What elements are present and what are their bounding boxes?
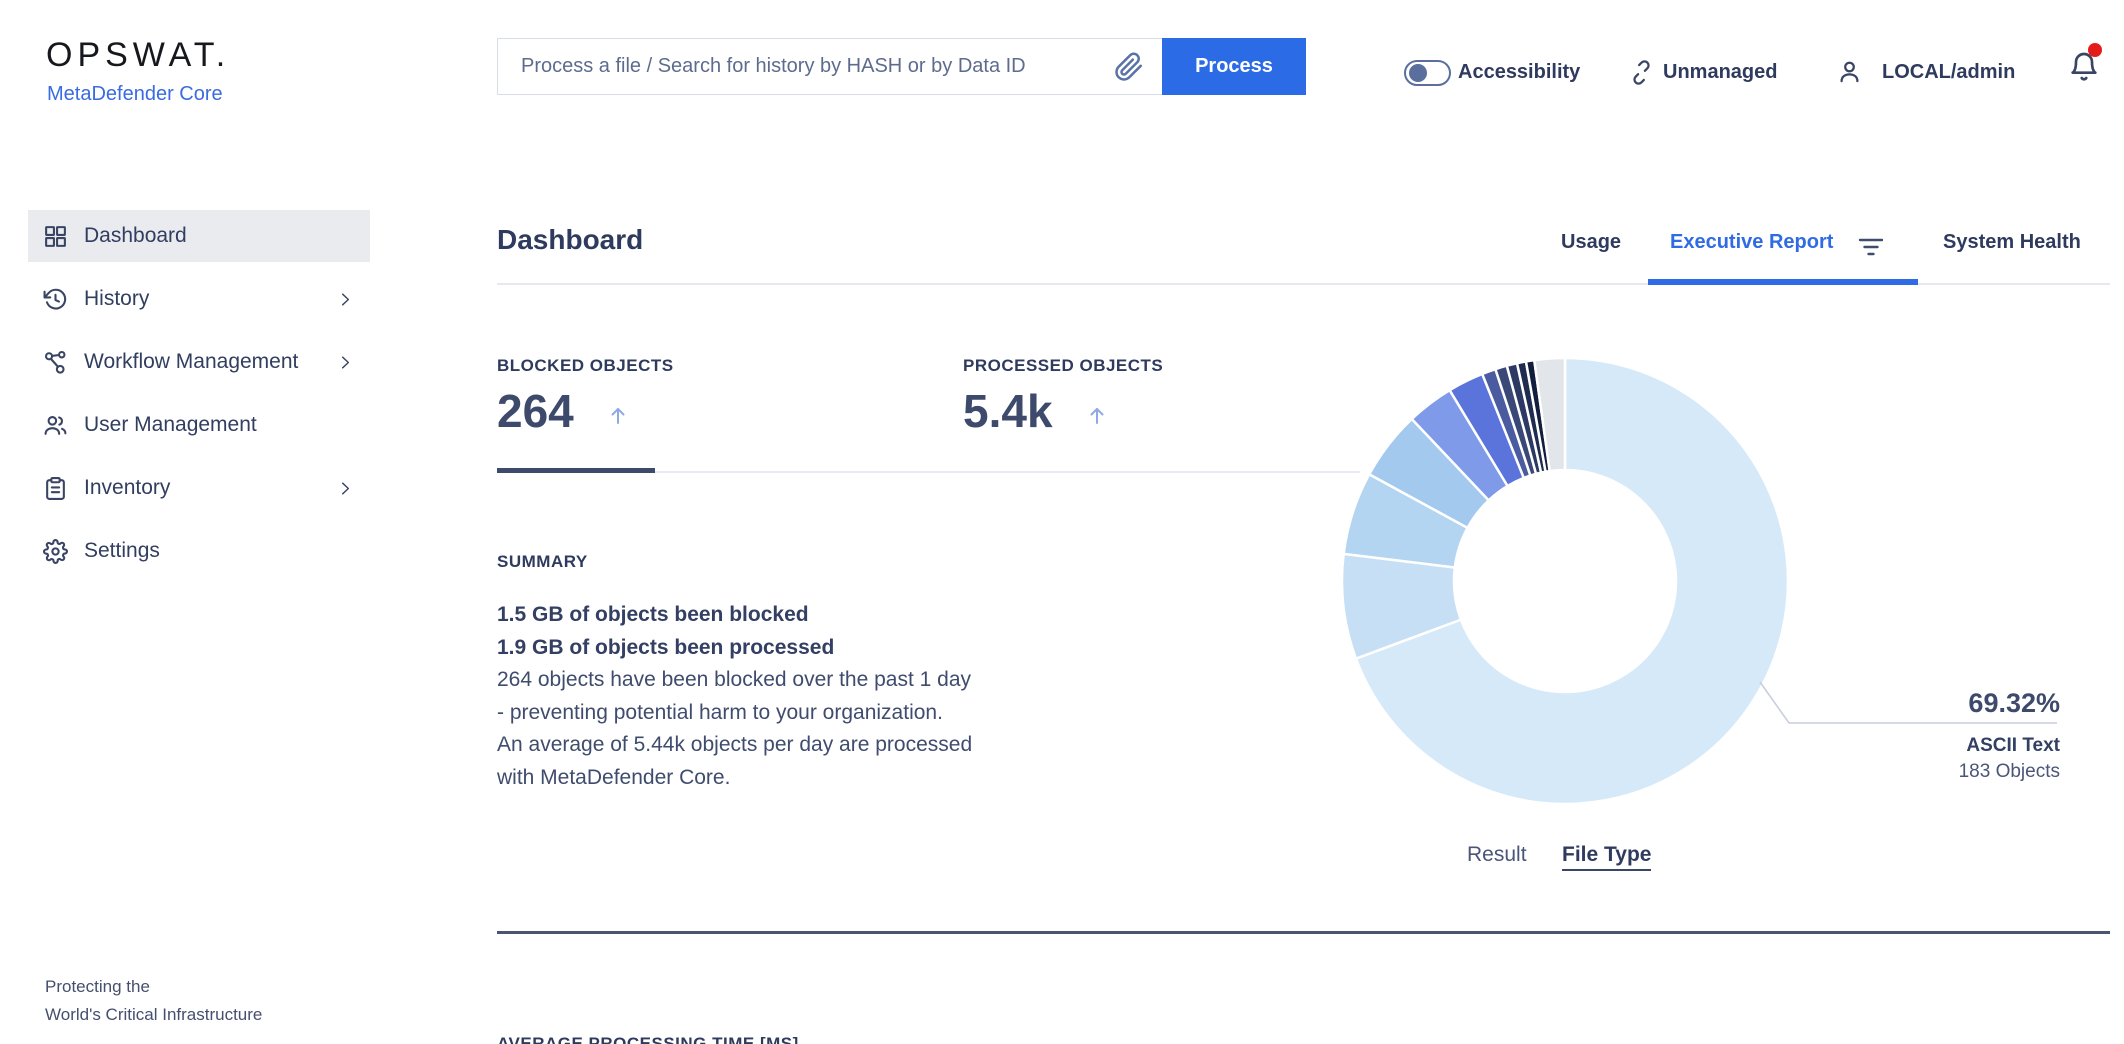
unlink-icon xyxy=(1628,59,1655,86)
section-divider xyxy=(497,931,2110,934)
summary-body-line: An average of 5.44k objects per day are … xyxy=(497,729,972,762)
selected-metric-indicator xyxy=(497,468,655,473)
toggle-knob xyxy=(1409,64,1427,82)
user-icon xyxy=(1836,58,1863,85)
sidebar-item-workflow-management[interactable]: Workflow Management xyxy=(28,336,370,388)
users-icon xyxy=(43,413,68,438)
chevron-right-icon xyxy=(337,291,354,308)
chart-mode-file-type[interactable]: File Type xyxy=(1562,843,1651,871)
opswat-logo: OPSWAT. xyxy=(46,36,230,75)
summary-paragraph: 264 objects have been blocked over the p… xyxy=(497,664,972,794)
user-label[interactable]: LOCAL/admin xyxy=(1882,61,2015,84)
sidebar-item-label: Settings xyxy=(84,539,160,563)
chevron-right-icon xyxy=(337,354,354,371)
tab-executive-report[interactable]: Executive Report xyxy=(1670,231,1833,254)
metric-value: 264 xyxy=(497,388,574,434)
tab-system-health[interactable]: System Health xyxy=(1943,231,2081,254)
accessibility-toggle[interactable] xyxy=(1404,60,1451,86)
metric-label: BLOCKED OBJECTS xyxy=(497,356,674,376)
notification-badge xyxy=(2088,43,2102,57)
summary-blocked-size: 1.5 GB of objects been blocked xyxy=(497,598,834,631)
summary-body-line: 264 objects have been blocked over the p… xyxy=(497,664,972,697)
sidebar-footer-tagline: Protecting the World's Critical Infrastr… xyxy=(45,973,262,1029)
sidebar-item-inventory[interactable]: Inventory xyxy=(28,462,370,514)
tagline-line2: World's Critical Infrastructure xyxy=(45,1001,262,1029)
summary-bold-lines: 1.5 GB of objects been blocked 1.9 GB of… xyxy=(497,598,834,664)
sidebar-item-label: History xyxy=(84,287,149,311)
metric-label: PROCESSED OBJECTS xyxy=(963,356,1163,376)
page-title: Dashboard xyxy=(497,224,643,256)
chart-mode-result[interactable]: Result xyxy=(1467,843,1527,867)
average-processing-time-heading: AVERAGE PROCESSING TIME [MS] xyxy=(497,1034,799,1044)
dashboard-grid-icon xyxy=(43,224,68,249)
sidebar-item-user-management[interactable]: User Management xyxy=(28,399,370,451)
metadefender-dashboard: OPSWAT. MetaDefender Core Process Access… xyxy=(0,0,2124,1044)
inventory-clipboard-icon xyxy=(43,476,68,501)
sidebar-item-dashboard[interactable]: Dashboard xyxy=(28,210,370,262)
callout-percent: 69.32% xyxy=(1700,688,2060,719)
metric-blocked-objects[interactable]: BLOCKED OBJECTS 264 xyxy=(497,356,674,434)
callout-count: 183 Objects xyxy=(1700,761,2060,783)
sidebar-item-settings[interactable]: Settings xyxy=(28,525,370,577)
sidebar-item-label: Inventory xyxy=(84,476,170,500)
search-input[interactable] xyxy=(498,39,1114,94)
workflow-icon xyxy=(43,350,68,375)
trend-up-icon xyxy=(606,403,630,427)
summary-body-line: - preventing potential harm to your orga… xyxy=(497,697,972,730)
accessibility-label[interactable]: Accessibility xyxy=(1458,61,1580,84)
tagline-line1: Protecting the xyxy=(45,973,262,1001)
process-search-bar xyxy=(497,38,1162,95)
trend-up-icon xyxy=(1085,403,1109,427)
unmanaged-label[interactable]: Unmanaged xyxy=(1663,61,1777,84)
filter-icon[interactable] xyxy=(1858,236,1884,258)
metric-value: 5.4k xyxy=(963,388,1053,434)
callout-label: ASCII Text xyxy=(1700,735,2060,757)
metric-processed-objects[interactable]: PROCESSED OBJECTS 5.4k xyxy=(963,356,1163,434)
history-icon xyxy=(43,287,68,312)
sidebar-item-label: Dashboard xyxy=(84,224,187,248)
sidebar-item-label: Workflow Management xyxy=(84,350,298,374)
settings-gear-icon xyxy=(43,539,68,564)
summary-processed-size: 1.9 GB of objects been processed xyxy=(497,631,834,664)
summary-heading: SUMMARY xyxy=(497,552,588,572)
product-name: MetaDefender Core xyxy=(47,83,223,106)
paperclip-icon[interactable] xyxy=(1114,52,1144,82)
process-button[interactable]: Process xyxy=(1162,38,1306,95)
sidebar-item-history[interactable]: History xyxy=(28,273,370,325)
chevron-right-icon xyxy=(337,480,354,497)
sidebar-item-label: User Management xyxy=(84,413,257,437)
active-tab-underline xyxy=(1648,279,1918,285)
tab-usage[interactable]: Usage xyxy=(1561,231,1621,254)
summary-body-line: with MetaDefender Core. xyxy=(497,762,972,795)
